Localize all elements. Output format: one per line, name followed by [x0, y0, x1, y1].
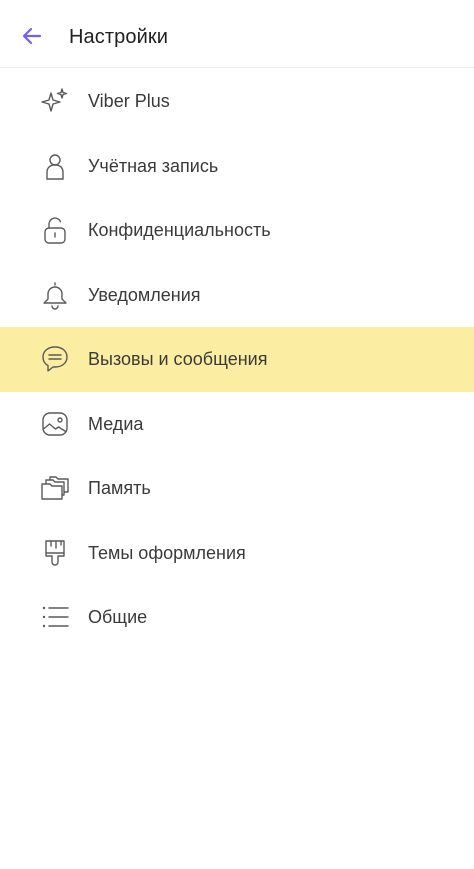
menu-item-label: Уведомления	[88, 284, 201, 305]
menu-item-label: Медиа	[88, 413, 144, 434]
sparkles-icon	[38, 84, 72, 118]
menu-item-viber-plus[interactable]: Viber Plus	[0, 69, 474, 134]
menu-item-calls-and-messages[interactable]: Вызовы и сообщения	[0, 327, 474, 392]
menu-item-label: Конфиденциальность	[88, 220, 271, 241]
menu-item-account[interactable]: Учётная запись	[0, 134, 474, 199]
chat-bubble-icon	[38, 342, 72, 376]
user-icon	[38, 149, 72, 183]
folders-icon	[38, 471, 72, 505]
menu-item-label: Вызовы и сообщения	[88, 349, 268, 370]
top-app-bar: Настройки	[0, 0, 474, 68]
image-icon	[38, 407, 72, 441]
arrow-left-icon	[20, 24, 44, 48]
lock-icon	[38, 213, 72, 247]
menu-item-media[interactable]: Медиа	[0, 392, 474, 457]
settings-screen: Настройки Viber Plus Учётная запись Конф…	[0, 0, 474, 869]
menu-item-privacy[interactable]: Конфиденциальность	[0, 198, 474, 263]
page-title: Настройки	[69, 26, 168, 48]
list-icon	[38, 600, 72, 634]
bell-icon	[38, 278, 72, 312]
menu-item-label: Общие	[88, 607, 148, 628]
menu-item-label: Темы оформления	[88, 542, 246, 563]
menu-item-themes[interactable]: Темы оформления	[0, 521, 474, 586]
menu-item-label: Учётная запись	[88, 155, 219, 176]
menu-item-label: Viber Plus	[88, 91, 170, 112]
menu-item-label: Память	[88, 478, 151, 499]
menu-item-general[interactable]: Общие	[0, 585, 474, 650]
menu-item-notifications[interactable]: Уведомления	[0, 263, 474, 328]
paint-brush-icon	[38, 536, 72, 570]
menu-item-storage[interactable]: Память	[0, 456, 474, 521]
back-button[interactable]	[12, 16, 52, 56]
settings-menu: Viber Plus Учётная запись Конфиденциальн…	[0, 69, 474, 650]
